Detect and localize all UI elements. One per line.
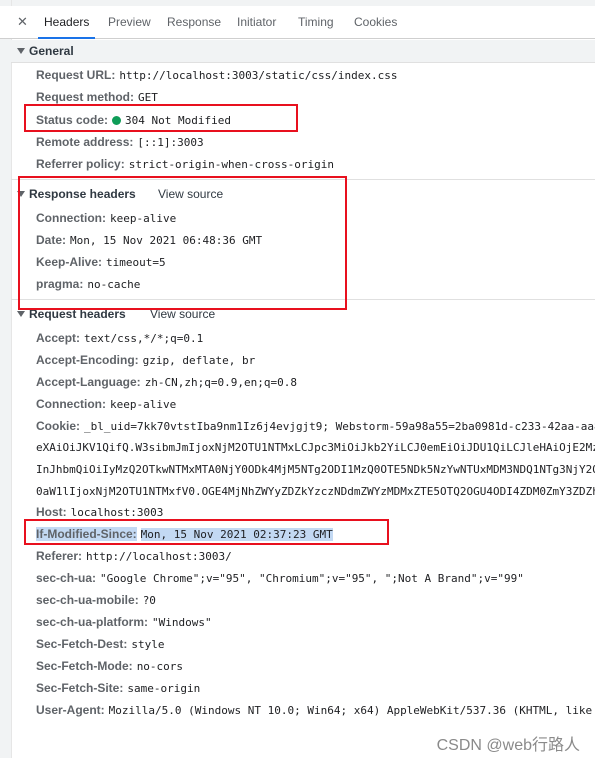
req-connection-row: Connection: keep-alive xyxy=(36,397,176,411)
request-method-row: Request method: GET xyxy=(36,90,158,104)
if-modified-since-highlight-box xyxy=(24,519,389,545)
req-user-agent-row: User-Agent: Mozilla/5.0 (Windows NT 10.0;… xyxy=(36,703,595,717)
status-code-highlight-box xyxy=(24,104,298,132)
req-referer-row: Referer: http://localhost:3003/ xyxy=(36,549,232,563)
req-accept-encoding-key: Accept-Encoding: xyxy=(36,353,139,367)
tab-response[interactable]: Response xyxy=(167,15,221,29)
req-sec-fetch-mode-row: Sec-Fetch-Mode: no-cors xyxy=(36,659,183,673)
req-cookie-continuation[interactable]: eXAiOiJKV1QifQ.W3sibmJmIjoxNjM2OTU1NTMxL… xyxy=(36,441,595,454)
request-url-key: Request URL: xyxy=(36,68,116,82)
remote-address-value[interactable]: [::1]:3003 xyxy=(137,136,203,149)
close-icon[interactable]: ✕ xyxy=(17,14,28,30)
req-accept-row: Accept: text/css,*/*;q=0.1 xyxy=(36,331,203,345)
req-accept-encoding-row: Accept-Encoding: gzip, deflate, br xyxy=(36,353,255,367)
req-user-agent-key: User-Agent: xyxy=(36,703,105,717)
general-section-header[interactable]: General xyxy=(17,44,74,58)
req-sec-ch-ua-mobile-key: sec-ch-ua-mobile: xyxy=(36,593,139,607)
req-sec-fetch-site-key: Sec-Fetch-Site: xyxy=(36,681,124,695)
general-section-bar[interactable] xyxy=(11,40,595,63)
req-sec-fetch-site-value[interactable]: same-origin xyxy=(127,682,200,695)
tab-preview[interactable]: Preview xyxy=(108,15,151,29)
req-connection-value[interactable]: keep-alive xyxy=(110,398,176,411)
req-sec-ch-ua-platform-value[interactable]: "Windows" xyxy=(152,616,212,629)
req-sec-ch-ua-key: sec-ch-ua: xyxy=(36,571,97,585)
req-sec-ch-ua-platform-key: sec-ch-ua-platform: xyxy=(36,615,149,629)
response-headers-highlight-box xyxy=(18,176,347,310)
req-accept-value[interactable]: text/css,*/*;q=0.1 xyxy=(84,332,203,345)
req-user-agent-value[interactable]: Mozilla/5.0 (Windows NT 10.0; Win64; x64… xyxy=(109,704,592,717)
req-accept-language-row: Accept-Language: zh-CN,zh;q=0.9,en;q=0.8 xyxy=(36,375,297,389)
request-url-value[interactable]: http://localhost:3003/static/css/index.c… xyxy=(119,69,397,82)
tab-timing[interactable]: Timing xyxy=(298,15,334,29)
req-sec-ch-ua-mobile-value[interactable]: ?0 xyxy=(143,594,156,607)
referrer-policy-value[interactable]: strict-origin-when-cross-origin xyxy=(129,158,334,171)
req-accept-encoding-value[interactable]: gzip, deflate, br xyxy=(143,354,256,367)
remote-address-key: Remote address: xyxy=(36,135,134,149)
req-sec-fetch-mode-value[interactable]: no-cors xyxy=(137,660,183,673)
req-host-key: Host: xyxy=(36,505,67,519)
general-title: General xyxy=(29,44,74,58)
req-sec-ch-ua-mobile-row: sec-ch-ua-mobile: ?0 xyxy=(36,593,156,607)
req-accept-key: Accept: xyxy=(36,331,81,345)
collapse-triangle-icon xyxy=(17,48,25,54)
req-sec-fetch-dest-value[interactable]: style xyxy=(131,638,164,651)
req-host-value[interactable]: localhost:3003 xyxy=(71,506,164,519)
left-gutter xyxy=(0,0,12,758)
req-cookie-row: Cookie: _bl_uid=7kk70vtstIba9nm1Iz6j4evjg… xyxy=(36,419,595,433)
req-cookie-value[interactable]: _bl_uid=7kk70vtstIba9nm1Iz6j4evjgjt9; We… xyxy=(84,420,595,433)
tab-headers[interactable]: Headers xyxy=(37,15,96,39)
req-accept-language-key: Accept-Language: xyxy=(36,375,141,389)
tab-initiator[interactable]: Initiator xyxy=(237,15,276,29)
req-sec-ch-ua-value[interactable]: "Google Chrome";v="95", "Chromium";v="95… xyxy=(100,572,524,585)
req-accept-language-value[interactable]: zh-CN,zh;q=0.9,en;q=0.8 xyxy=(145,376,297,389)
req-sec-fetch-dest-key: Sec-Fetch-Dest: xyxy=(36,637,128,651)
req-sec-fetch-mode-key: Sec-Fetch-Mode: xyxy=(36,659,133,673)
tab-cookies[interactable]: Cookies xyxy=(354,15,397,29)
collapse-triangle-icon xyxy=(17,311,25,317)
watermark-text: CSDN @web行路人 xyxy=(436,737,580,754)
req-sec-fetch-dest-row: Sec-Fetch-Dest: style xyxy=(36,637,164,651)
referrer-policy-key: Referrer policy: xyxy=(36,157,125,171)
req-sec-ch-ua-platform-row: sec-ch-ua-platform: "Windows" xyxy=(36,615,212,629)
req-referer-value[interactable]: http://localhost:3003/ xyxy=(86,550,232,563)
req-connection-key: Connection: xyxy=(36,397,106,411)
req-sec-fetch-site-row: Sec-Fetch-Site: same-origin xyxy=(36,681,200,695)
req-cookie-key: Cookie: xyxy=(36,419,81,433)
req-referer-key: Referer: xyxy=(36,549,83,563)
req-cookie-continuation[interactable]: InJhbmQiOiIyMzQ2OTkwNTMxMTA0NjY0ODk4MjM5… xyxy=(36,463,595,476)
remote-address-row: Remote address: [::1]:3003 xyxy=(36,135,204,149)
req-cookie-continuation[interactable]: 0aW1lIjoxNjM2OTU1NTMxfV0.OGE4MjNhZWYyZDZ… xyxy=(36,485,595,498)
tab-bar: ✕ Headers Preview Response Initiator Tim… xyxy=(0,6,595,39)
request-method-value[interactable]: GET xyxy=(138,91,158,104)
request-method-key: Request method: xyxy=(36,90,135,104)
request-url-row: Request URL: http://localhost:3003/static… xyxy=(36,68,398,82)
referrer-policy-row: Referrer policy: strict-origin-when-cross… xyxy=(36,157,334,171)
req-host-row: Host: localhost:3003 xyxy=(36,505,163,519)
req-sec-ch-ua-row: sec-ch-ua: "Google Chrome";v="95", "Chrom… xyxy=(36,571,524,585)
